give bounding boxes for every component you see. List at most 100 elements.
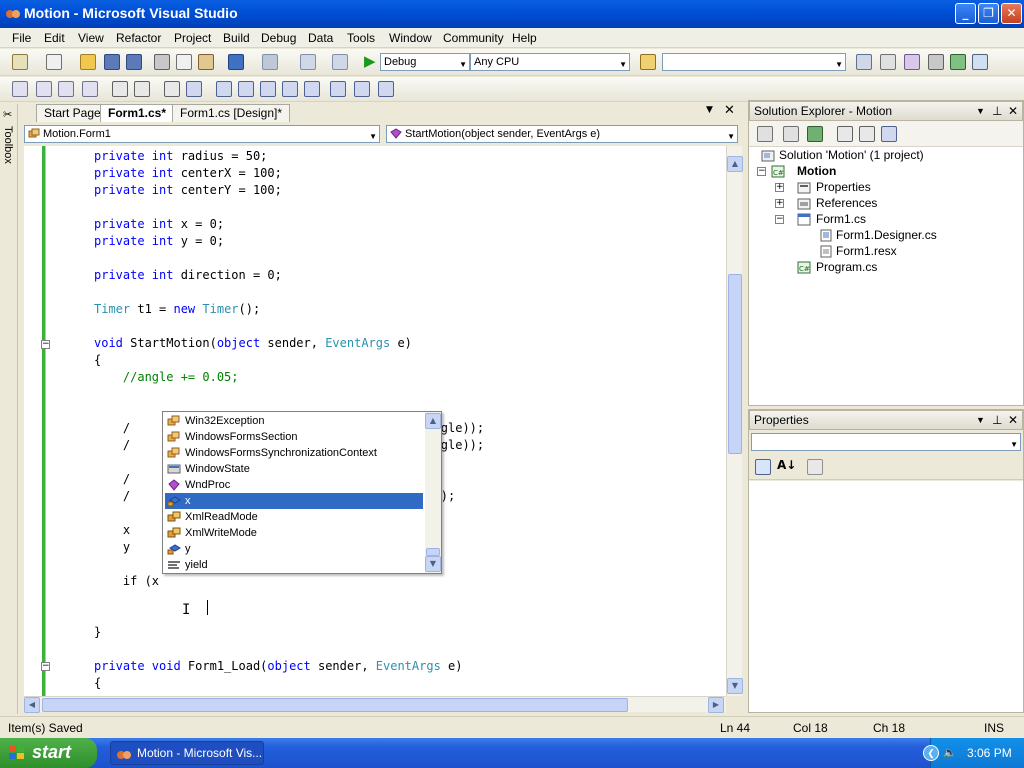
menu-tools[interactable]: Tools [347, 31, 375, 45]
speaker-icon[interactable]: 🔈 [943, 746, 957, 759]
other-windows-icon[interactable] [972, 54, 988, 70]
tree-item-references[interactable]: References [816, 196, 877, 210]
toolbox-icon[interactable] [928, 54, 944, 70]
members-combo[interactable]: StartMotion(object sender, EventArgs e) … [386, 125, 738, 143]
completion-item[interactable]: WndProc [165, 477, 423, 493]
tree-item-properties[interactable]: Properties [816, 180, 871, 194]
editor-horizontal-scrollbar[interactable]: ◀ ▶ [24, 696, 726, 713]
decrease-indent-icon[interactable] [112, 81, 128, 97]
active-files-icon[interactable]: ▼ [706, 105, 713, 115]
menu-window[interactable]: Window [389, 31, 432, 45]
minimize-button[interactable]: _ [955, 3, 976, 24]
maximize-button[interactable]: ❐ [978, 3, 999, 24]
increase-indent-icon[interactable] [134, 81, 150, 97]
tree-item-form1-cs[interactable]: Form1.cs [816, 212, 866, 226]
expand-node-icon[interactable]: + [775, 199, 784, 208]
next-bookmark-in-document-icon[interactable] [354, 81, 370, 97]
completion-item[interactable]: x [165, 493, 423, 509]
scroll-down-icon[interactable]: ▼ [727, 678, 743, 694]
solution-explorer-icon[interactable] [856, 54, 872, 70]
tree-item-form1-designer[interactable]: Form1.Designer.cs [836, 228, 937, 242]
clock[interactable]: 3:06 PM [967, 746, 1012, 760]
completion-item[interactable]: y [165, 541, 423, 557]
auto-hide-pin-icon[interactable]: ⊥ [992, 102, 1002, 120]
menu-view[interactable]: View [78, 31, 104, 45]
parameter-info-icon[interactable] [36, 81, 52, 97]
menu-community[interactable]: Community [443, 31, 504, 45]
display-object-member-list-icon[interactable] [12, 81, 28, 97]
tree-item-program-cs[interactable]: Program.cs [816, 260, 877, 274]
view-class-diagram-icon[interactable] [881, 126, 897, 142]
next-bookmark-icon[interactable] [260, 81, 276, 97]
next-bookmark-in-folder-icon[interactable] [304, 81, 320, 97]
taskbar-item-visual-studio[interactable]: Motion - Microsoft Vis... [110, 741, 264, 765]
open-folder-icon[interactable] [80, 54, 96, 70]
toggle-bookmark-icon[interactable] [216, 81, 232, 97]
scroll-up-icon[interactable]: ▲ [425, 413, 441, 429]
scroll-up-icon[interactable]: ▲ [727, 156, 743, 172]
copy-icon[interactable] [176, 54, 192, 70]
navigate-forward-icon[interactable] [332, 54, 348, 70]
types-combo[interactable]: Motion.Form1 ▼ [24, 125, 380, 143]
previous-bookmark-in-document-icon[interactable] [330, 81, 346, 97]
object-selector-combo[interactable]: ▼ [751, 433, 1021, 451]
collapse-node-icon[interactable]: − [775, 215, 784, 224]
solution-explorer-header[interactable]: Solution Explorer - Motion ▼ ⊥ ✕ [749, 101, 1023, 121]
undo-icon[interactable] [228, 54, 244, 70]
find-in-files-icon[interactable] [640, 54, 656, 70]
window-position-icon[interactable]: ▼ [976, 102, 985, 120]
view-designer-icon[interactable] [859, 126, 875, 142]
toolbox-strip[interactable]: ✂ Toolbox [0, 104, 18, 714]
menu-project[interactable]: Project [174, 31, 211, 45]
new-project-icon[interactable] [12, 54, 28, 70]
toolbox-label[interactable]: Toolbox [2, 126, 14, 164]
add-item-icon[interactable] [46, 54, 62, 70]
collapse-node-icon[interactable]: − [757, 167, 766, 176]
refresh-icon[interactable] [807, 126, 823, 142]
properties-window-icon[interactable] [880, 54, 896, 70]
completion-item[interactable]: WindowsFormsSynchronizationContext [165, 445, 423, 461]
intellisense-completion-list[interactable]: Win32Exception WindowsFormsSection Windows… [162, 411, 442, 574]
completion-scroll-thumb[interactable] [426, 548, 440, 556]
solution-platform-combo[interactable]: Any CPU ▼ [470, 53, 630, 71]
close-icon[interactable]: ✕ [1008, 411, 1018, 429]
completion-item[interactable]: yield [165, 557, 423, 573]
cut-icon[interactable] [154, 54, 170, 70]
redo-icon[interactable] [262, 54, 278, 70]
completion-item[interactable]: WindowsFormsSection [165, 429, 423, 445]
save-icon[interactable] [104, 54, 120, 70]
completion-item[interactable]: Win32Exception [165, 413, 423, 429]
tree-item-solution[interactable]: Solution 'Motion' (1 project) [779, 148, 924, 162]
paste-icon[interactable] [198, 54, 214, 70]
scroll-right-icon[interactable]: ▶ [708, 697, 724, 713]
property-grid[interactable] [749, 481, 1023, 712]
scroll-down-icon[interactable]: ▼ [425, 556, 441, 572]
properties-header[interactable]: Properties ▼ ⊥ ✕ [749, 410, 1023, 430]
completion-item[interactable]: WindowState [165, 461, 423, 477]
show-hidden-icons-icon[interactable]: ❮ [923, 745, 939, 761]
save-all-icon[interactable] [126, 54, 142, 70]
close-button[interactable]: ✕ [1001, 3, 1022, 24]
start-debugging-icon[interactable]: ▶ [364, 52, 376, 70]
close-icon[interactable]: ✕ [1008, 102, 1018, 120]
editor-vscroll-thumb[interactable] [728, 274, 742, 454]
completion-item[interactable]: XmlReadMode [165, 509, 423, 525]
start-button[interactable]: start [0, 738, 97, 768]
tree-item-form1-resx[interactable]: Form1.resx [836, 244, 897, 258]
menu-debug[interactable]: Debug [261, 31, 296, 45]
menu-file[interactable]: File [12, 31, 31, 45]
properties-icon[interactable] [757, 126, 773, 142]
close-document-icon[interactable]: ✕ [724, 103, 735, 118]
editor-vertical-scrollbar[interactable]: ▲ ▼ [726, 146, 743, 696]
expand-node-icon[interactable]: + [775, 183, 784, 192]
view-code-icon[interactable] [837, 126, 853, 142]
editor-hscroll-thumb[interactable] [42, 698, 628, 712]
window-position-icon[interactable]: ▼ [976, 411, 985, 429]
find-combo[interactable]: ▼ [662, 53, 846, 71]
completion-item[interactable]: XmlWriteMode [165, 525, 423, 541]
tab-form1-design[interactable]: Form1.cs [Design]* [172, 104, 291, 122]
solution-configuration-combo[interactable]: Debug ▼ [380, 53, 470, 71]
tab-form1-cs[interactable]: Form1.cs* [100, 104, 175, 122]
collapse-region-icon[interactable]: − [41, 340, 50, 349]
menu-build[interactable]: Build [223, 31, 250, 45]
